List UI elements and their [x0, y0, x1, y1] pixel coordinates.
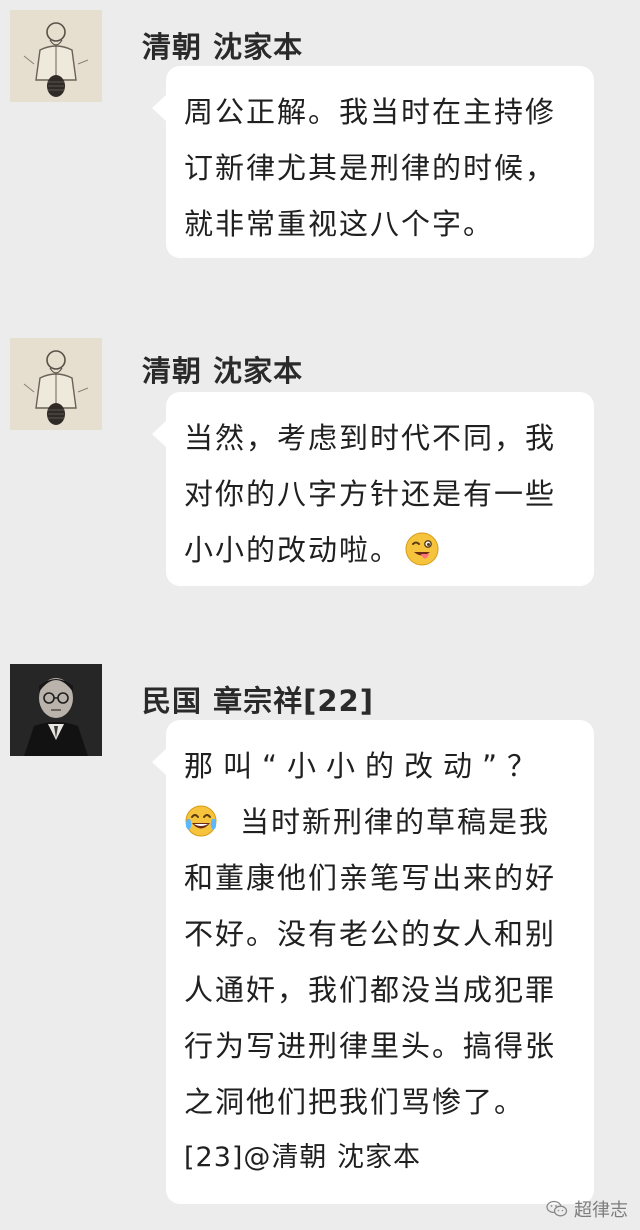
- message-text-line-with-emoji: 小小的改动啦。: [184, 522, 576, 578]
- message-text-line: 行为写进刑律里头。搞得张: [184, 1029, 557, 1063]
- sender-avatar-shen-jiaben[interactable]: [10, 338, 102, 430]
- message-text-line: 人通奸，我们都没当成犯罪: [184, 973, 557, 1007]
- wechat-account-watermark: 超律志: [546, 1196, 628, 1222]
- sender-avatar-zhang-zongxiang[interactable]: [10, 664, 102, 756]
- message-text-line: 那叫“小小的改动”？: [184, 749, 547, 783]
- tears-of-joy-emoji-icon: [184, 800, 218, 837]
- message-text-line: 订新律尤其是刑律的时候，: [184, 151, 557, 185]
- message-text: 当时新刑律的草稿是我: [240, 805, 551, 839]
- message-bubble[interactable]: 那叫“小小的改动”？ 当时新刑律的草稿是我 和董康他们亲笔写出来的好 不好。没有…: [152, 720, 594, 1204]
- sender-name: 清朝 沈家本: [142, 354, 304, 388]
- winking-tongue-emoji-icon: [405, 528, 439, 566]
- footnote-mention-line: [23]@清朝 沈家本: [184, 1142, 422, 1173]
- wechat-icon: [546, 1200, 568, 1218]
- message-text-line: 周公正解。我当时在主持修: [184, 95, 557, 129]
- message-text-line: 当然，考虑到时代不同，我: [184, 421, 557, 455]
- message-bubble[interactable]: 周公正解。我当时在主持修 订新律尤其是刑律的时候， 就非常重视这八个字。: [152, 66, 594, 258]
- message-text: 小小的改动啦。: [184, 533, 402, 567]
- watermark-text: 超律志: [574, 1200, 628, 1221]
- message-text-line: 对你的八字方针还是有一些: [184, 477, 557, 511]
- sender-name: 清朝 沈家本: [142, 30, 304, 64]
- sender-name: 民国 章宗祥[22]: [142, 684, 374, 718]
- message-bubble[interactable]: 当然，考虑到时代不同，我 对你的八字方针还是有一些 小小的改动啦。: [152, 392, 594, 586]
- message-text-line: 不好。没有老公的女人和别: [184, 917, 557, 951]
- message-text-line-with-emoji: 当时新刑律的草稿是我: [184, 794, 576, 850]
- message-text-line: 就非常重视这八个字。: [184, 207, 495, 241]
- message-text-line: 之洞他们把我们骂惨了。: [184, 1085, 526, 1119]
- sender-avatar-shen-jiaben[interactable]: [10, 10, 102, 102]
- message-text-line: 和董康他们亲笔写出来的好: [184, 861, 557, 895]
